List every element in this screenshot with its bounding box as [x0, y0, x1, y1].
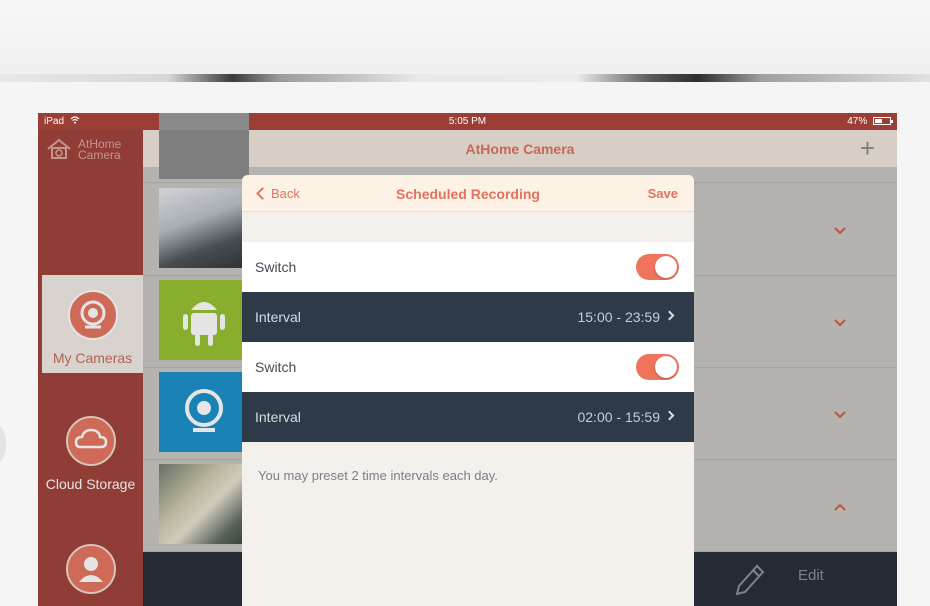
- battery-percent: 47%: [847, 116, 868, 127]
- interval-label: Interval: [255, 309, 301, 325]
- toggle-knob: [655, 356, 677, 378]
- toggle-knob: [655, 256, 677, 278]
- chevron-right-icon: [664, 310, 675, 321]
- dialog-header: Back Scheduled Recording Save: [242, 175, 694, 212]
- schedule-2-toggle[interactable]: [636, 354, 679, 380]
- page-backdrop: [0, 0, 930, 78]
- schedule-2-interval-row[interactable]: Interval 02:00 - 15:59: [242, 392, 694, 442]
- battery-icon: [873, 117, 893, 125]
- interval-value: 15:00 - 23:59: [577, 309, 660, 325]
- save-button[interactable]: Save: [648, 186, 678, 201]
- schedule-note: You may preset 2 time intervals each day…: [258, 468, 498, 483]
- switch-label: Switch: [255, 259, 297, 275]
- schedule-1-toggle[interactable]: [636, 254, 679, 280]
- schedule-1-interval-row[interactable]: Interval 15:00 - 23:59: [242, 292, 694, 342]
- switch-label: Switch: [255, 359, 297, 375]
- device-bezel-edge: [0, 74, 930, 82]
- schedule-2-switch-row: Switch: [242, 342, 694, 392]
- interval-value: 02:00 - 15:59: [577, 409, 660, 425]
- dialog-title: Scheduled Recording: [396, 186, 540, 202]
- scheduled-recording-dialog: Back Scheduled Recording Save Switch Int…: [242, 175, 694, 606]
- chevron-right-icon: [664, 410, 675, 421]
- interval-label: Interval: [255, 409, 301, 425]
- schedule-1-switch-row: Switch: [242, 242, 694, 292]
- device-screen: iPad 5:05 PM 47% AtHome Camera My Camera…: [38, 113, 897, 606]
